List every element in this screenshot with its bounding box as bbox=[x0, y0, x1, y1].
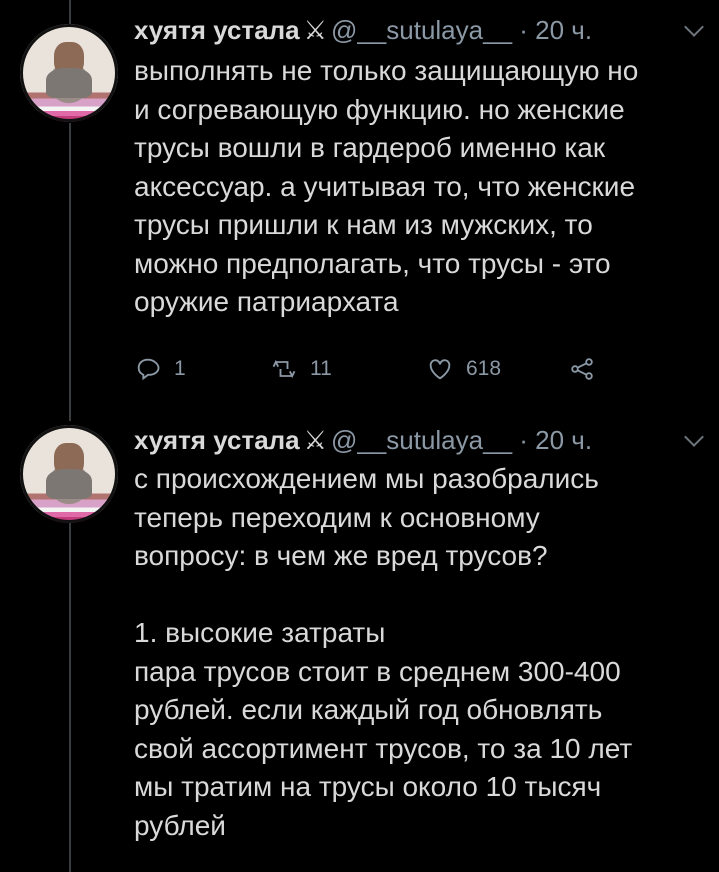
tweet-1[interactable]: хуятя устала ⚔ @__sutulaya__ · 20 ч. выпол… bbox=[0, 0, 719, 410]
reply-button[interactable]: 1 bbox=[134, 355, 186, 383]
heart-icon bbox=[429, 359, 451, 380]
retweet-count: 11 bbox=[310, 357, 332, 380]
tweet-time[interactable]: · 20 ч. bbox=[519, 15, 592, 45]
reply-icon bbox=[137, 358, 160, 381]
like-button[interactable]: 618 bbox=[426, 355, 501, 383]
author-handle[interactable]: @__sutulaya__ bbox=[331, 15, 512, 45]
share-button[interactable] bbox=[568, 355, 608, 383]
badge-icon: ⚔ bbox=[303, 15, 327, 45]
tweet-text: с происхождением мы разобрались теперь п… bbox=[134, 463, 633, 841]
author-handle[interactable]: @__sutulaya__ bbox=[331, 425, 512, 455]
avatar[interactable] bbox=[20, 24, 118, 122]
avatar-body bbox=[46, 68, 92, 98]
retweet-button[interactable]: 11 bbox=[270, 355, 332, 383]
badge-icon: ⚔ bbox=[303, 425, 327, 455]
tweet-2[interactable]: хуятя устала ⚔ @__sutulaya__ · 20 ч. с про… bbox=[0, 410, 719, 872]
tweet-header: хуятя устала ⚔ @__sutulaya__ · 20 ч. bbox=[134, 14, 699, 46]
like-count: 618 bbox=[466, 357, 502, 380]
tweet-text: выполнять не только защищающую но и согр… bbox=[134, 55, 639, 317]
retweet-icon bbox=[272, 359, 296, 379]
reply-count: 1 bbox=[174, 357, 186, 380]
author-name[interactable]: хуятя устала bbox=[134, 15, 300, 45]
share-icon bbox=[571, 358, 593, 380]
avatar-body bbox=[46, 469, 92, 499]
tweet-header: хуятя устала ⚔ @__sutulaya__ · 20 ч. bbox=[134, 424, 699, 456]
author-name[interactable]: хуятя устала bbox=[134, 425, 300, 455]
tweet-time[interactable]: · 20 ч. bbox=[519, 425, 592, 455]
avatar[interactable] bbox=[20, 425, 118, 523]
